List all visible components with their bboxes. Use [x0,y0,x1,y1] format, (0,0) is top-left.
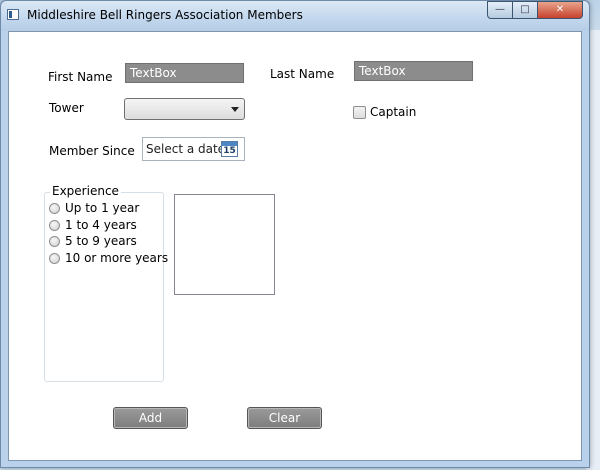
maximize-button[interactable]: □ [512,1,538,19]
form-area: First Name TextBox Last Name TextBox Tow… [8,31,582,461]
radio-10-or-more-years[interactable] [49,253,60,264]
first-name-label: First Name [48,70,113,84]
app-icon [7,9,19,20]
window-title: Middleshire Bell Ringers Association Mem… [27,8,303,22]
last-name-label: Last Name [270,67,335,81]
radio-label: 5 to 9 years [65,234,137,248]
clear-button[interactable]: Clear [247,407,322,429]
add-button[interactable]: Add [113,407,188,429]
captain-checkbox[interactable] [353,106,366,119]
radio-label: Up to 1 year [65,201,140,215]
close-button[interactable]: ✕ [537,1,583,19]
radio-label: 1 to 4 years [65,218,137,232]
member-since-label: Member Since [49,144,135,158]
main-window: Middleshire Bell Ringers Association Mem… [0,0,590,468]
members-listbox[interactable] [174,194,275,295]
radio-1-to-4-years[interactable] [49,220,60,231]
calendar-icon[interactable]: 15 [221,141,238,157]
minimize-button[interactable]: — [487,1,513,19]
calendar-day: 15 [223,146,236,156]
captain-label: Captain [370,105,417,119]
first-name-field[interactable]: TextBox [125,63,244,83]
radio-5-to-9-years[interactable] [49,236,60,247]
experience-title: Experience [50,184,121,198]
date-placeholder: Select a date [146,142,226,156]
member-since-datepicker[interactable]: Select a date 15 [142,137,245,161]
radio-up-to-1-year[interactable] [49,203,60,214]
title-bar[interactable]: Middleshire Bell Ringers Association Mem… [1,1,589,31]
radio-label: 10 or more years [65,251,169,265]
tower-label: Tower [49,101,84,115]
last-name-field[interactable]: TextBox [354,61,473,81]
tower-dropdown[interactable] [124,98,245,120]
chevron-down-icon [231,107,239,112]
